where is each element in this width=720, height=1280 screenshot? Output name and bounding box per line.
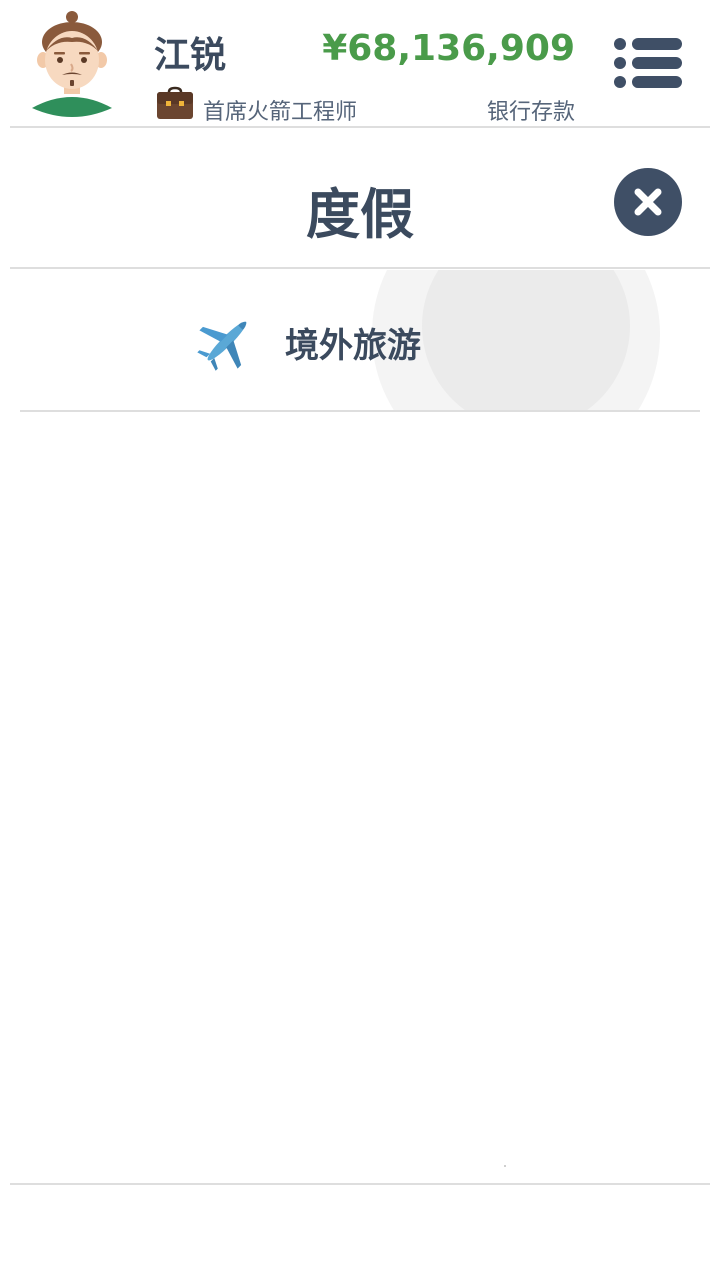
list-item-overseas-travel[interactable]: 境外旅游 bbox=[20, 270, 700, 411]
player-name: 江锐 bbox=[154, 35, 227, 76]
airplane-icon bbox=[196, 310, 258, 372]
close-icon bbox=[634, 188, 662, 216]
avatar-man-icon bbox=[28, 8, 116, 120]
list-item-label: 境外旅游 bbox=[285, 326, 421, 366]
panel-title: 度假 bbox=[306, 183, 414, 246]
money-amount: ¥68,136,909 bbox=[322, 28, 575, 69]
header-divider bbox=[10, 126, 710, 128]
list-menu-icon bbox=[614, 38, 682, 88]
close-button[interactable] bbox=[614, 168, 682, 236]
title-divider bbox=[10, 267, 710, 269]
list-menu-button[interactable] bbox=[610, 34, 686, 92]
speck bbox=[504, 1165, 506, 1167]
job-title: 首席火箭工程师 bbox=[203, 100, 358, 125]
vacation-screen: 江锐 首席火箭工程师 ¥68,136,909 银行存款 度假 境外旅游 bbox=[0, 0, 720, 1280]
touch-ripple-core bbox=[422, 270, 630, 411]
footer-divider bbox=[10, 1183, 710, 1185]
briefcase-icon bbox=[156, 86, 194, 120]
player-header: 江锐 首席火箭工程师 ¥68,136,909 银行存款 bbox=[0, 0, 720, 128]
list-divider bbox=[20, 410, 700, 412]
money-label: 银行存款 bbox=[486, 100, 575, 125]
